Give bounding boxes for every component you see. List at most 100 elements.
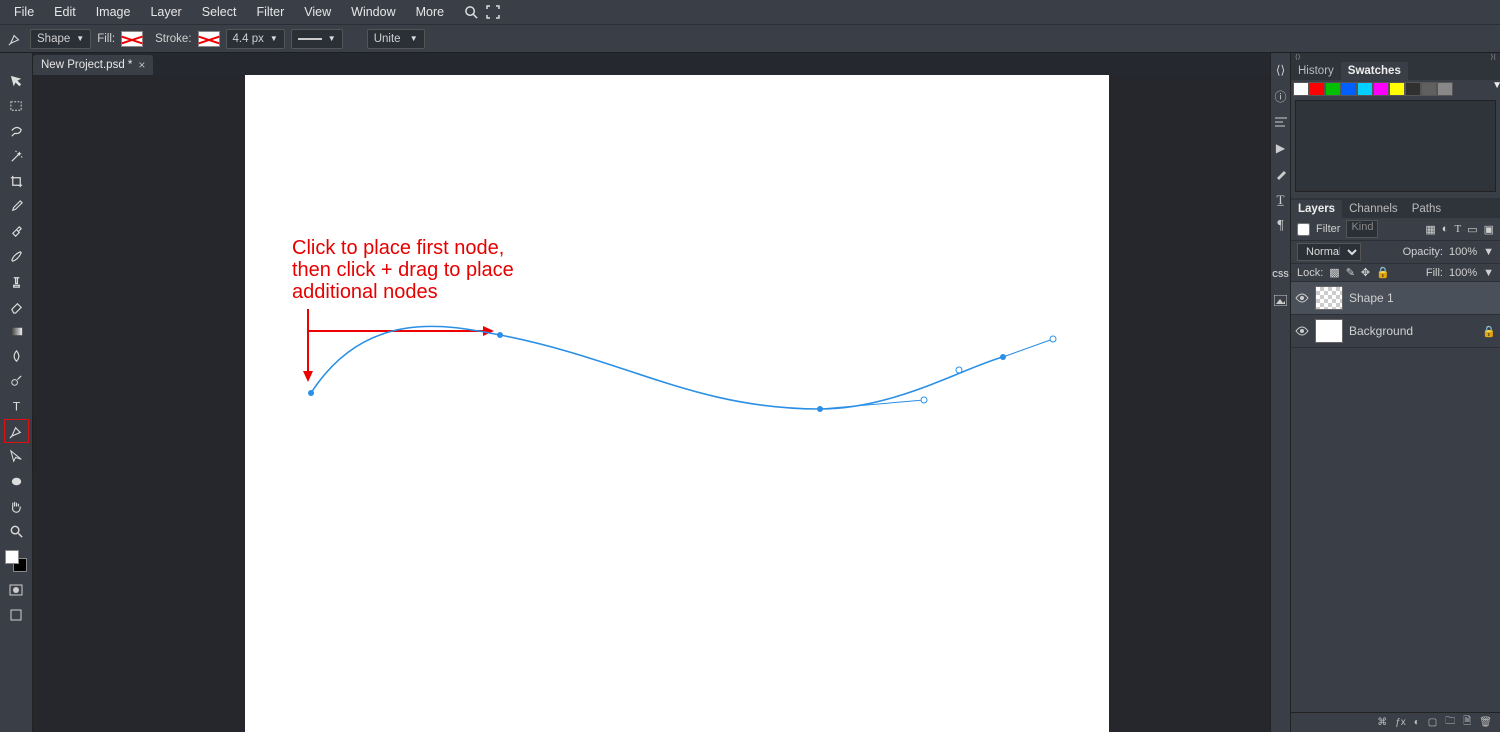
tab-history[interactable]: History	[1291, 62, 1341, 80]
layer-row[interactable]: Background🔒	[1291, 315, 1500, 348]
swatch[interactable]	[1437, 82, 1453, 96]
close-icon[interactable]: ×	[138, 58, 145, 72]
mode-dropdown[interactable]: Shape▼	[30, 29, 91, 49]
filter-smart-icon[interactable]: ▣	[1484, 223, 1494, 236]
filter-adjust-icon[interactable]: ◐	[1442, 223, 1449, 235]
tool-dodge[interactable]	[4, 369, 29, 393]
chevron-down-icon[interactable]: ▼	[1483, 246, 1494, 258]
menu-edit[interactable]: Edit	[44, 0, 86, 25]
play-icon[interactable]: ▶	[1273, 139, 1289, 157]
layer-list: Shape 1Background🔒	[1291, 282, 1500, 712]
menu-view[interactable]: View	[294, 0, 341, 25]
paragraph-icon[interactable]: ¶	[1273, 217, 1289, 235]
document-tab[interactable]: New Project.psd * ×	[33, 55, 153, 75]
css-icon[interactable]: CSS	[1273, 265, 1289, 283]
swatch[interactable]	[1293, 82, 1309, 96]
tool-eraser[interactable]	[4, 294, 29, 318]
tool-shape[interactable]	[4, 469, 29, 493]
blend-mode-dropdown[interactable]: Normal	[1297, 243, 1361, 261]
tool-blur[interactable]	[4, 344, 29, 368]
fill-opacity-value[interactable]: 100%	[1449, 267, 1477, 279]
tab-swatches[interactable]: Swatches	[1341, 62, 1408, 80]
tool-marquee[interactable]	[4, 94, 29, 118]
combine-dropdown[interactable]: Unite▼	[367, 29, 425, 49]
lock-all-icon[interactable]: 🔒	[1376, 266, 1390, 279]
tool-stamp[interactable]	[4, 269, 29, 293]
group-icon[interactable]: 🗀	[1445, 714, 1455, 731]
swatch[interactable]	[1309, 82, 1325, 96]
image-icon[interactable]	[1273, 291, 1289, 309]
tool-zoom[interactable]	[4, 519, 29, 543]
filter-image-icon[interactable]: ▦	[1425, 223, 1435, 236]
menu-filter[interactable]: Filter	[246, 0, 294, 25]
filter-checkbox[interactable]	[1297, 223, 1310, 236]
tab-paths[interactable]: Paths	[1405, 200, 1448, 218]
stroke-swatch[interactable]	[198, 31, 220, 47]
menu-image[interactable]: Image	[86, 0, 141, 25]
tool-heal[interactable]	[4, 219, 29, 243]
layer-row[interactable]: Shape 1	[1291, 282, 1500, 315]
align-icon[interactable]	[1273, 113, 1289, 131]
swatch[interactable]	[1405, 82, 1421, 96]
quick-mask-icon[interactable]	[4, 578, 29, 602]
swatch[interactable]	[1341, 82, 1357, 96]
tool-move[interactable]	[4, 69, 29, 93]
fx-icon[interactable]: ƒx	[1395, 717, 1406, 728]
swatch[interactable]	[1357, 82, 1373, 96]
visibility-icon[interactable]	[1295, 324, 1309, 338]
tool-hand[interactable]	[4, 494, 29, 518]
tab-channels[interactable]: Channels	[1342, 200, 1405, 218]
canvas[interactable]: Click to place first node, then click + …	[245, 75, 1109, 732]
stroke-width-input[interactable]: 4.4 px▼	[226, 29, 285, 49]
menu-file[interactable]: File	[4, 0, 44, 25]
swatch[interactable]	[1421, 82, 1437, 96]
right-rail: ⟨⟩ ⓘ ▶ T̲ ¶ CSS	[1270, 53, 1290, 732]
color-picker[interactable]	[5, 550, 27, 572]
tool-crop[interactable]	[4, 169, 29, 193]
swatch[interactable]	[1389, 82, 1405, 96]
swatch[interactable]	[1325, 82, 1341, 96]
link-icon[interactable]: ⌘	[1377, 717, 1387, 728]
adjustment-icon[interactable]: ◐	[1414, 717, 1420, 728]
character-icon[interactable]: T̲	[1273, 191, 1289, 209]
menu-select[interactable]: Select	[192, 0, 247, 25]
menu-window[interactable]: Window	[341, 0, 405, 25]
lock-brush-icon[interactable]: ✎	[1346, 266, 1355, 279]
tool-gradient[interactable]	[4, 319, 29, 343]
panel-menu-icon[interactable]: ▼	[1492, 80, 1500, 91]
brush-icon[interactable]	[1273, 165, 1289, 183]
tool-wand[interactable]	[4, 144, 29, 168]
tool-lasso[interactable]	[4, 119, 29, 143]
search-icon[interactable]	[462, 3, 480, 21]
opacity-value[interactable]: 100%	[1449, 246, 1477, 258]
filter-type-icon[interactable]: T	[1454, 223, 1461, 235]
chevron-down-icon[interactable]: ▼	[1483, 267, 1494, 279]
collapse-icon[interactable]: ⟨⟩	[1273, 61, 1289, 79]
tool-path-select[interactable]	[4, 444, 29, 468]
layer-thumbnail[interactable]	[1315, 286, 1343, 310]
filter-kind-dropdown[interactable]: Kind	[1346, 220, 1378, 238]
new-layer-icon[interactable]: 🗎	[1463, 714, 1471, 731]
menu-more[interactable]: More	[406, 0, 454, 25]
trash-icon[interactable]: 🗑	[1479, 717, 1492, 728]
menu-layer[interactable]: Layer	[140, 0, 191, 25]
swatch[interactable]	[1373, 82, 1389, 96]
tool-type[interactable]: T	[4, 394, 29, 418]
screen-mode-icon[interactable]	[4, 603, 29, 627]
fullscreen-icon[interactable]	[484, 3, 502, 21]
lock-move-icon[interactable]: ✥	[1361, 266, 1370, 279]
tab-layers[interactable]: Layers	[1291, 200, 1342, 218]
visibility-icon[interactable]	[1295, 291, 1309, 305]
info-icon[interactable]: ⓘ	[1273, 87, 1289, 105]
swatch-area[interactable]	[1295, 100, 1496, 192]
lock-transparency-icon[interactable]: ▩	[1329, 266, 1339, 279]
tool-brush[interactable]	[4, 244, 29, 268]
filter-shape-icon[interactable]: ▭	[1467, 223, 1477, 236]
tool-pen[interactable]: PenPFree PenP	[4, 419, 29, 443]
fill-swatch[interactable]	[121, 31, 143, 47]
panel-grip[interactable]: ⟨⟩⟩⟨	[1291, 53, 1500, 60]
stroke-style-dropdown[interactable]: ▼	[291, 29, 343, 49]
layer-thumbnail[interactable]	[1315, 319, 1343, 343]
mask-icon[interactable]: ▢	[1428, 717, 1437, 728]
tool-eyedropper[interactable]	[4, 194, 29, 218]
